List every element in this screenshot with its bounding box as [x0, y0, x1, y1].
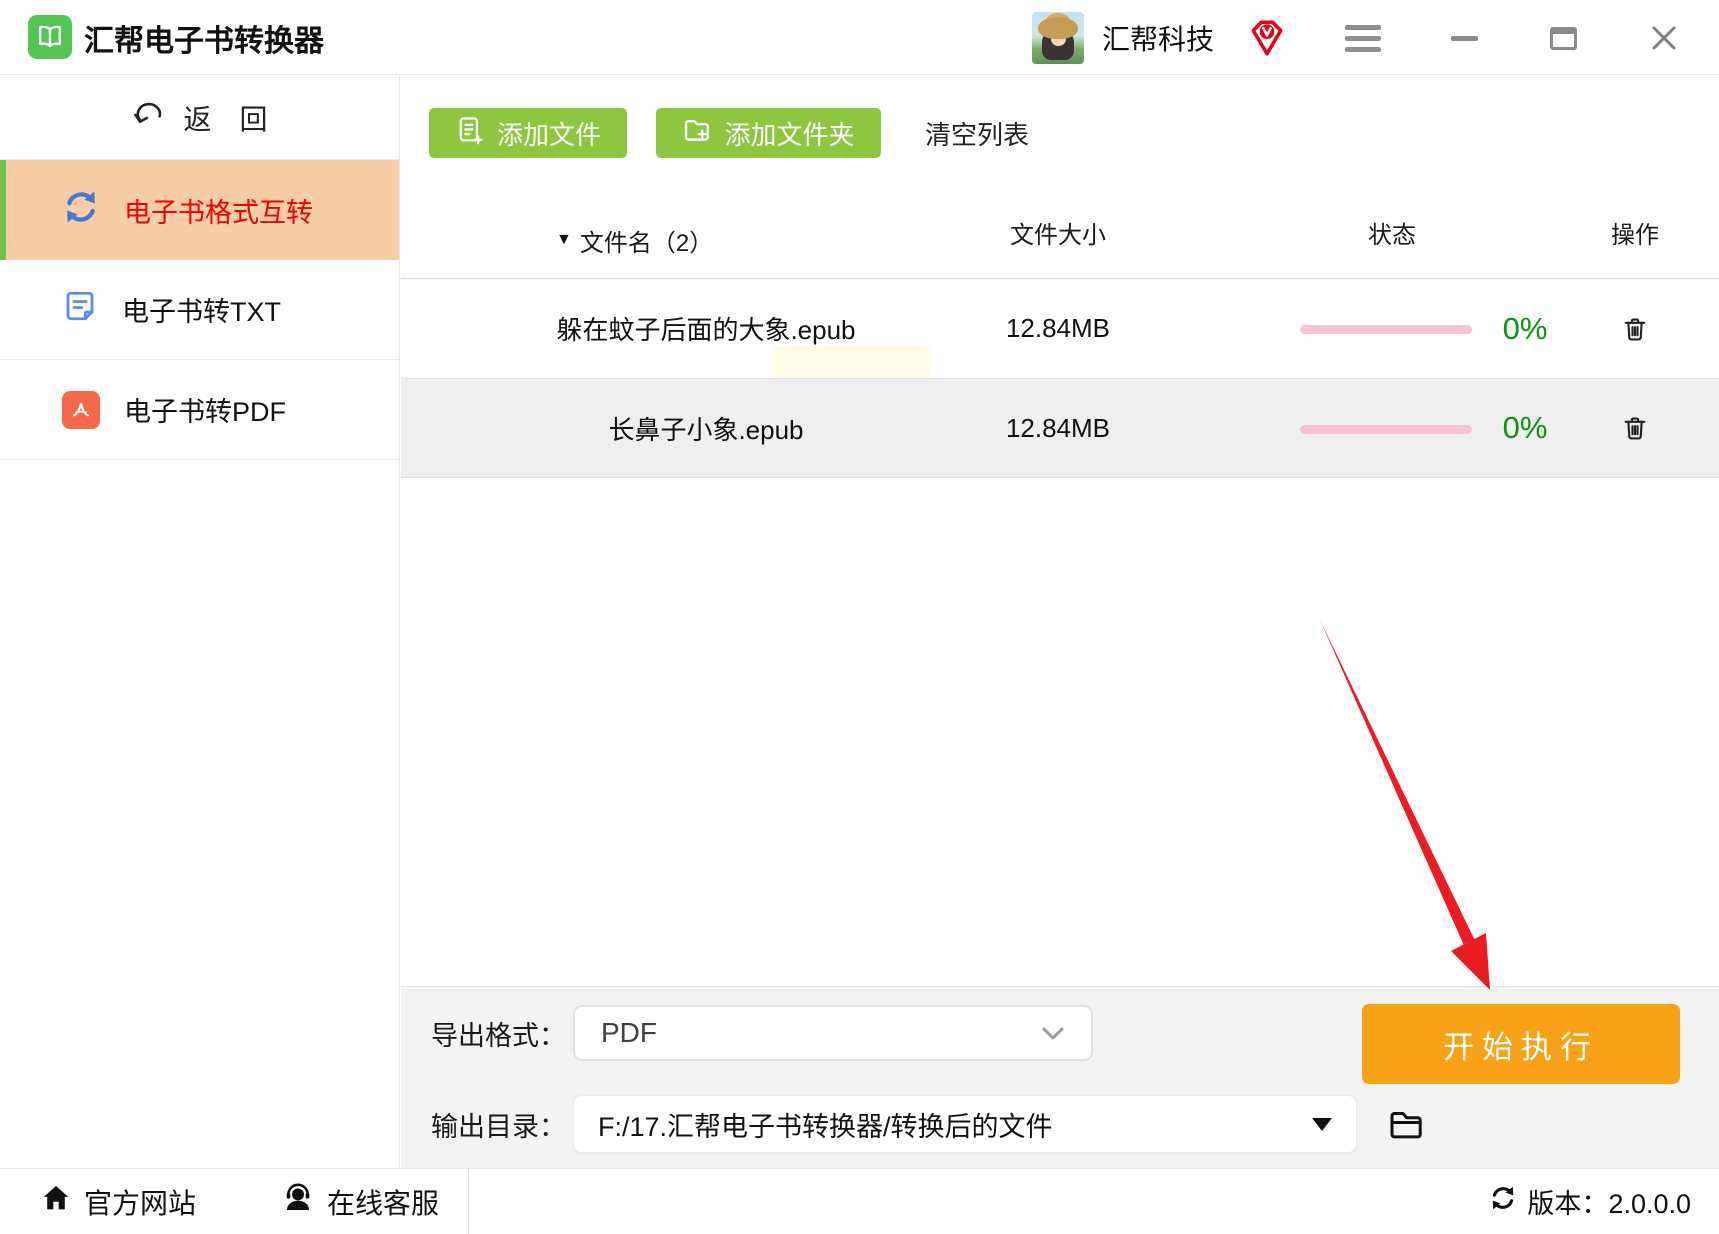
- folder-icon: [1390, 1112, 1422, 1139]
- menu-icon[interactable]: [1345, 22, 1381, 54]
- export-format-value: PDF: [601, 1017, 657, 1048]
- file-size: 12.84MB: [1005, 412, 1111, 443]
- update-refresh-icon: [1489, 1184, 1517, 1219]
- add-folder-label: 添加文件夹: [724, 119, 855, 150]
- progress-bar: [1300, 325, 1472, 334]
- back-label: 返 回: [183, 103, 268, 135]
- add-file-icon: [455, 115, 485, 152]
- online-support-label: 在线客服: [327, 1187, 440, 1219]
- back-button[interactable]: 返 回: [0, 76, 399, 160]
- add-folder-icon: [682, 115, 712, 152]
- file-size: 12.84MB: [1005, 313, 1111, 343]
- output-dir-label: 输出目录：: [431, 1111, 566, 1142]
- export-format-label: 导出格式：: [431, 1020, 566, 1051]
- sidebar-item-to-pdf[interactable]: 电子书转PDF: [0, 360, 399, 460]
- footer-divider: [468, 1169, 469, 1234]
- add-folder-button[interactable]: 添加文件夹: [656, 108, 881, 158]
- bottom-panel: 导出格式： PDF 开始执行 输出目录： F:/17.汇帮电子书转换器/转换后的…: [401, 986, 1719, 1168]
- sidebar-item-label: 电子书转PDF: [124, 397, 286, 427]
- version-text: 版本：2.0.0.0: [1527, 1189, 1691, 1219]
- pdf-icon: [62, 390, 100, 429]
- add-file-label: 添加文件: [496, 119, 601, 150]
- official-website-link[interactable]: 官方网站: [40, 1169, 196, 1234]
- trash-icon: [1624, 317, 1646, 340]
- delete-file-button[interactable]: [1595, 379, 1675, 477]
- document-lines-icon: [62, 288, 98, 331]
- clear-list-button[interactable]: 清空列表: [925, 108, 1029, 158]
- progress-percent: 0%: [1502, 410, 1548, 445]
- delete-file-button[interactable]: [1595, 279, 1675, 378]
- browse-folder-button[interactable]: [1385, 1103, 1429, 1145]
- sidebar-item-to-txt[interactable]: 电子书转TXT: [0, 260, 399, 360]
- titlebar: 汇帮电子书转换器 汇帮科技: [0, 0, 1719, 75]
- sidebar-item-label: 电子书转TXT: [122, 297, 281, 327]
- home-icon: [40, 1182, 72, 1221]
- version-area: 版本：2.0.0.0: [1489, 1169, 1691, 1234]
- app-logo-icon: [28, 15, 72, 59]
- watermark: [772, 346, 930, 378]
- footer: 官方网站 在线客服 版本：2.0.0.0: [0, 1168, 1719, 1234]
- progress-percent: 0%: [1502, 310, 1548, 346]
- undo-arrow-icon: [131, 100, 165, 135]
- minimize-icon[interactable]: [1451, 36, 1478, 41]
- column-header-size: 文件大小: [1010, 222, 1106, 249]
- add-file-button[interactable]: 添加文件: [429, 108, 627, 158]
- vip-badge-icon[interactable]: [1246, 17, 1288, 59]
- column-header-status: 状态: [1368, 222, 1416, 249]
- sidebar-item-format-convert[interactable]: 电子书格式互转: [0, 160, 399, 260]
- sidebar: 返 回 电子书格式互转 电子书转TXT 电子书转PDF: [0, 76, 400, 1168]
- sort-desc-icon: ▼: [556, 231, 572, 248]
- table-row: 躲在蚊子后面的大象.epub 12.84MB 0%: [401, 278, 1719, 378]
- user-avatar[interactable]: [1032, 12, 1084, 64]
- app-window: 汇帮电子书转换器 汇帮科技 返 回 电子书格式互转 电子书转TXT 电子书转PD…: [0, 0, 1719, 1234]
- online-support-link[interactable]: 在线客服: [281, 1169, 439, 1234]
- output-dir-value: F:/17.汇帮电子书转换器/转换后的文件: [598, 1111, 1053, 1142]
- column-header-filename-label: 文件名（2）: [579, 229, 714, 257]
- app-title: 汇帮电子书转换器: [84, 24, 324, 58]
- chevron-down-icon: [1041, 1017, 1065, 1049]
- column-header-action: 操作: [1611, 222, 1659, 249]
- table-row: 长鼻子小象.epub 12.84MB 0%: [401, 378, 1719, 478]
- export-format-select[interactable]: PDF: [573, 1005, 1093, 1061]
- brand-name: 汇帮科技: [1102, 23, 1215, 55]
- trash-icon: [1624, 417, 1646, 440]
- column-header-filename[interactable]: ▼ 文件名（2）: [556, 215, 713, 265]
- output-dir-select[interactable]: F:/17.汇帮电子书转换器/转换后的文件: [573, 1095, 1357, 1153]
- headset-person-icon: [281, 1181, 315, 1222]
- maximize-icon[interactable]: [1550, 27, 1577, 50]
- refresh-arrows-icon: [62, 188, 100, 233]
- caret-down-icon: [1312, 1117, 1332, 1131]
- progress-bar: [1300, 425, 1472, 434]
- official-website-label: 官方网站: [84, 1187, 197, 1219]
- file-name: 长鼻子小象.epub: [608, 414, 804, 445]
- close-icon[interactable]: [1648, 22, 1680, 54]
- start-button[interactable]: 开始执行: [1362, 1004, 1680, 1084]
- sidebar-item-label: 电子书格式互转: [124, 197, 313, 228]
